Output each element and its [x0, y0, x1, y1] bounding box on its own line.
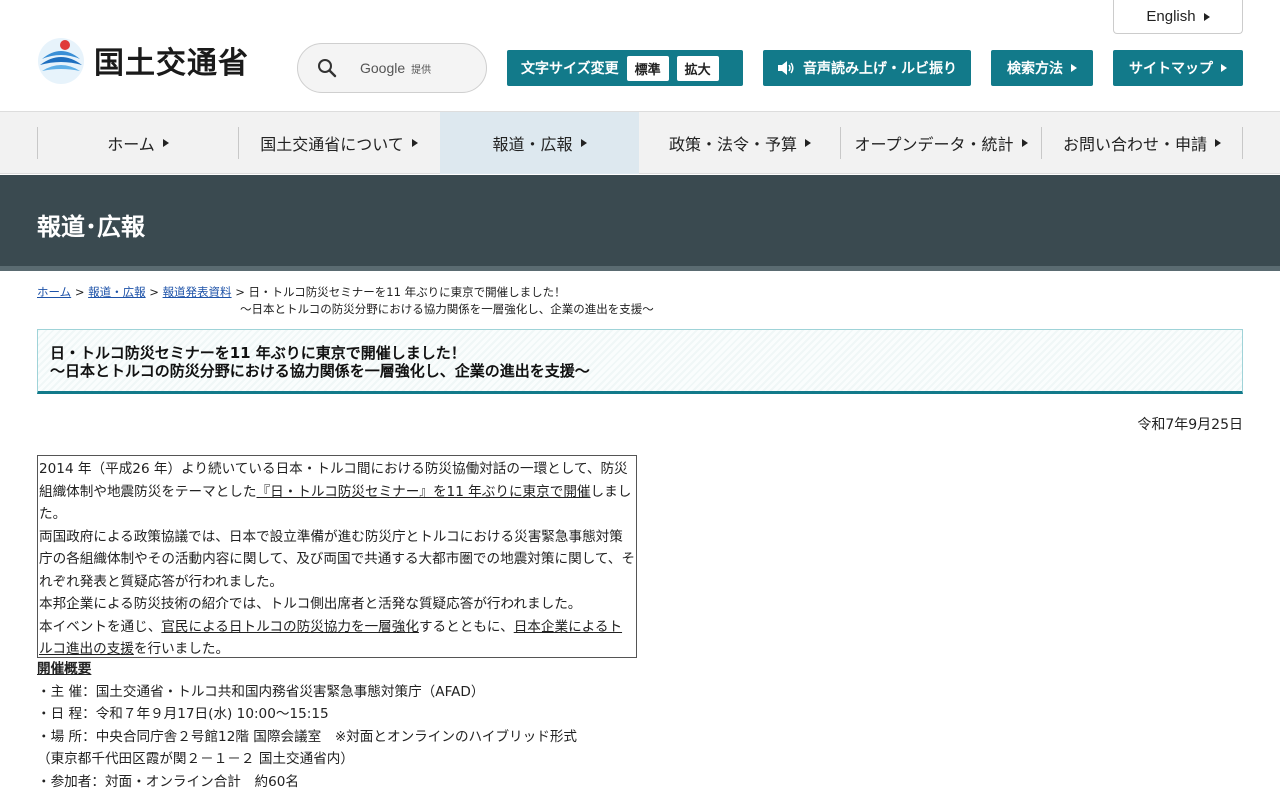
breadcrumb-current-subtitle: ～日本とトルコの防災分野における協力関係を一層強化し、企業の進出を支援～	[240, 302, 654, 316]
breadcrumb-separator: >	[235, 285, 245, 299]
search-provider-label: 提供	[411, 64, 432, 76]
nav-item-opendata[interactable]: オープンデータ・統計	[841, 112, 1041, 174]
breadcrumb-separator: >	[149, 285, 159, 299]
article-title-box: 日・トルコ防災セミナーを11 年ぶりに東京で開催しました！ ～日本とトルコの防災…	[37, 329, 1243, 394]
triangle-right-icon	[1215, 139, 1221, 147]
triangle-right-icon	[580, 139, 587, 147]
triangle-right-icon	[162, 139, 169, 147]
search-howto-button[interactable]: 検索方法	[991, 50, 1093, 86]
breadcrumb-link-press[interactable]: 報道・広報	[88, 285, 146, 299]
nav-item-policy[interactable]: 政策・法令・予算	[640, 112, 840, 174]
summary-highlight: 官民による日トルコの防災協力を一層強化	[161, 618, 419, 635]
nav-item-label: 報道・広報	[492, 135, 573, 154]
font-size-label: 文字サイズ変更	[521, 61, 619, 77]
nav-item-label: ホーム	[107, 135, 155, 154]
nav-item-label: 政策・法令・予算	[668, 135, 797, 154]
event-details-heading: 開催概要	[37, 661, 92, 677]
breadcrumb-separator: >	[74, 285, 85, 299]
detail-venue: ・場 所：中央合同庁舎２号館12階 国際会議室 ※対面とオンラインのハイブリッド…	[37, 728, 578, 745]
triangle-right-icon	[1221, 64, 1227, 72]
speaker-icon	[778, 61, 794, 75]
category-bar: 報道･広報	[0, 175, 1280, 271]
global-nav: ホーム 国土交通省について 報道・広報 政策・法令・予算 オープンデータ・統計 …	[0, 112, 1280, 174]
site-header: 国土交通省 Google 提供 English 文字サイズ変更 標準 拡大 音声…	[0, 0, 1280, 112]
search-icon[interactable]	[316, 57, 338, 79]
breadcrumb-link-home[interactable]: ホーム	[37, 285, 71, 299]
triangle-right-icon	[411, 139, 418, 147]
font-size-control: 文字サイズ変更 標準 拡大	[507, 50, 743, 86]
nav-item-label: お問い合わせ・申請	[1062, 135, 1207, 154]
site-logo[interactable]: 国土交通省	[36, 32, 249, 88]
triangle-right-icon	[1071, 64, 1077, 72]
article-subtitle: ～日本とトルコの防災分野における協力関係を一層強化し、企業の進出を支援～	[50, 362, 590, 380]
nav-item-label: 国土交通省について	[260, 135, 404, 154]
summary-highlight: 『日・トルコ防災セミナー』を11 年ぶりに東京で開催	[256, 483, 591, 500]
site-search[interactable]: Google 提供	[297, 43, 487, 93]
english-label: English	[1146, 8, 1196, 25]
sitemap-button[interactable]: サイトマップ	[1113, 50, 1243, 86]
english-link[interactable]: English	[1113, 0, 1243, 34]
summary-text: 両国政府による政策協議では、日本で設立準備が進む防災庁とトルコにおける災害緊急事…	[39, 528, 635, 590]
logo-text: 国土交通省	[94, 46, 249, 81]
nav-item-label: オープンデータ・統計	[854, 135, 1014, 154]
nav-item-home[interactable]: ホーム	[38, 112, 238, 174]
nav-item-press[interactable]: 報道・広報	[440, 112, 639, 174]
detail-date: ・日 程：令和７年９月17日(水) 10:00～15:15	[37, 706, 329, 722]
nav-item-about[interactable]: 国土交通省について	[239, 112, 439, 174]
triangle-right-icon	[1203, 12, 1210, 21]
font-size-standard-button[interactable]: 標準	[626, 55, 669, 81]
triangle-right-icon	[1021, 139, 1028, 147]
sitemap-label: サイトマップ	[1129, 61, 1213, 77]
detail-organizer: ・主 催：国土交通省・トルコ共和国内務省災害緊急事態対策庁（AFAD）	[37, 683, 485, 700]
summary-text: を行いました。	[133, 641, 230, 657]
mlit-logo-icon	[38, 38, 84, 84]
howto-label: 検索方法	[1007, 61, 1063, 77]
font-size-large-button[interactable]: 拡大	[676, 55, 719, 81]
speech-label: 音声読み上げ・ルビ振り	[803, 61, 957, 77]
search-brand: Google	[360, 60, 406, 76]
breadcrumb-current: 日・トルコ防災セミナーを11 年ぶりに東京で開催しました！	[248, 285, 566, 299]
article-title: 日・トルコ防災セミナーを11 年ぶりに東京で開催しました！	[50, 344, 466, 362]
speech-ruby-button[interactable]: 音声読み上げ・ルビ振り	[763, 50, 971, 86]
summary-text: するとともに、	[418, 618, 514, 635]
event-details: 開催概要 ・主 催：国土交通省・トルコ共和国内務省災害緊急事態対策庁（AFAD）…	[37, 658, 1237, 793]
nav-item-contact[interactable]: お問い合わせ・申請	[1042, 112, 1242, 174]
summary-text: 本邦企業による防災技術の紹介では、トルコ側出席者と活発な質疑応答が行われました。	[39, 596, 582, 612]
article-date: 令和7年9月25日	[1137, 417, 1243, 433]
breadcrumb: ホーム > 報道・広報 > 報道発表資料 > 日・トルコ防災セミナーを11 年ぶ…	[37, 284, 937, 318]
detail-participants: ・参加者：対面・オンライン合計 約60名	[37, 773, 299, 790]
detail-address: （東京都千代田区霞が関２－１－２ 国土交通省内）	[37, 751, 354, 767]
summary-text: 本イベントを通じ、	[39, 618, 162, 635]
category-title: 報道･広報	[37, 213, 145, 241]
nav-divider	[1242, 127, 1243, 159]
article-summary: 2014 年（平成26 年）より続いている日本・トルコ間における防災協働対話の一…	[37, 455, 637, 658]
triangle-right-icon	[805, 139, 811, 147]
breadcrumb-link-releases[interactable]: 報道発表資料	[163, 285, 232, 299]
